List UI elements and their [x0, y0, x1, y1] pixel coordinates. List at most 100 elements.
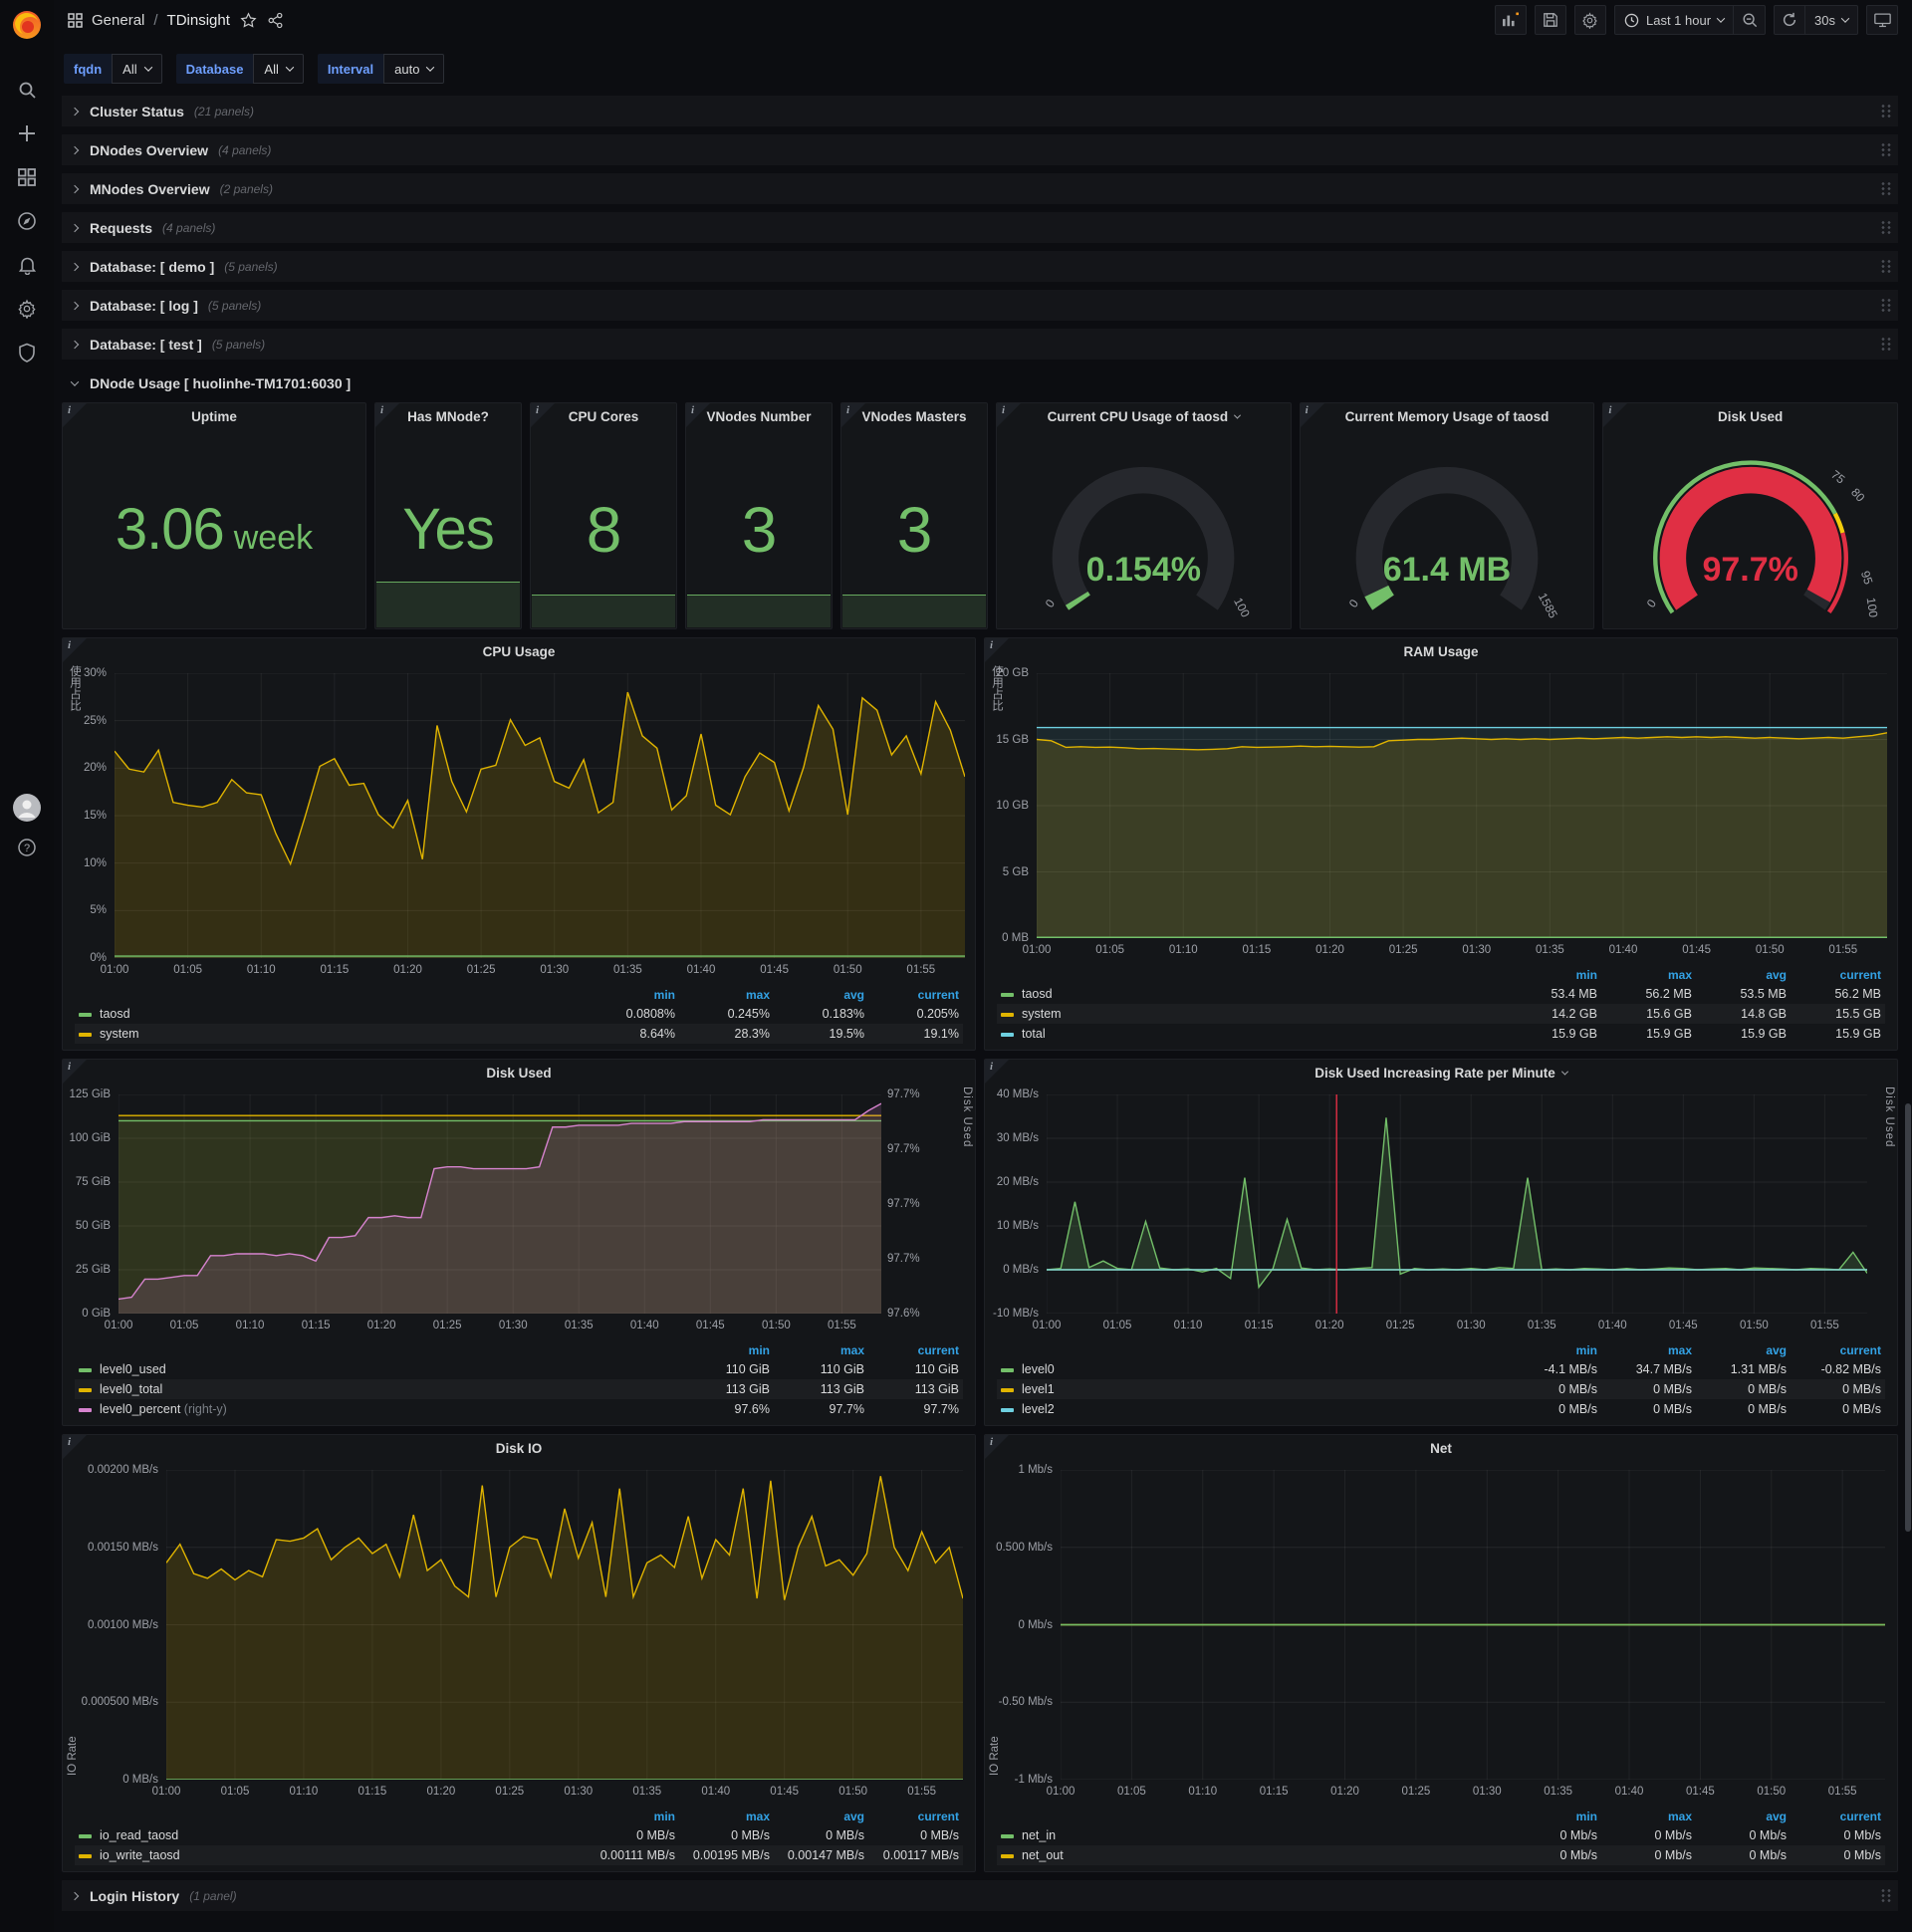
- row-drag-handle[interactable]: [1880, 104, 1892, 120]
- series-color-swatch[interactable]: [1001, 1012, 1014, 1017]
- info-icon[interactable]: i: [985, 638, 1009, 662]
- row-drag-handle[interactable]: [1880, 337, 1892, 353]
- explore-icon[interactable]: [0, 199, 54, 243]
- legend-series-name[interactable]: total: [997, 1024, 1507, 1044]
- configuration-icon[interactable]: [0, 287, 54, 331]
- info-icon[interactable]: i: [841, 403, 865, 427]
- series-color-swatch[interactable]: [79, 1387, 92, 1392]
- legend-column-header[interactable]: max: [1601, 1341, 1696, 1359]
- panel-title[interactable]: Uptime: [191, 409, 237, 424]
- row-drag-handle[interactable]: [1880, 1888, 1892, 1904]
- info-icon[interactable]: i: [997, 403, 1021, 427]
- legend-column-header[interactable]: min: [1507, 966, 1601, 984]
- create-icon[interactable]: [0, 112, 54, 155]
- info-icon[interactable]: i: [375, 403, 399, 427]
- legend-column-header[interactable]: max: [1601, 1808, 1696, 1825]
- legend-column-header[interactable]: avg: [774, 986, 868, 1004]
- panel-title[interactable]: Net: [1430, 1441, 1452, 1456]
- legend-column-header[interactable]: current: [1791, 966, 1885, 984]
- time-range-picker[interactable]: Last 1 hour: [1613, 5, 1735, 35]
- legend-column-header[interactable]: min: [585, 1808, 679, 1825]
- variable-database-value[interactable]: All: [253, 54, 304, 84]
- panel-title[interactable]: Disk IO: [496, 1441, 543, 1456]
- legend-column-header[interactable]: current: [1791, 1341, 1885, 1359]
- legend-series-name[interactable]: level2: [997, 1399, 1507, 1419]
- plot-area[interactable]: [166, 1470, 963, 1780]
- legend-column-header[interactable]: max: [1601, 966, 1696, 984]
- row-drag-handle[interactable]: [1880, 142, 1892, 158]
- legend-column-header[interactable]: avg: [774, 1808, 868, 1825]
- stat-panel-vnodes-masters[interactable]: i VNodes Masters 3: [840, 402, 988, 629]
- legend-series-name[interactable]: system: [75, 1024, 585, 1044]
- panel-title[interactable]: Current Memory Usage of taosd: [1345, 409, 1550, 424]
- variable-interval-value[interactable]: auto: [383, 54, 445, 84]
- grafana-logo[interactable]: [10, 8, 44, 42]
- info-icon[interactable]: i: [63, 1060, 87, 1084]
- panel-title[interactable]: Disk Used Increasing Rate per Minute: [1314, 1066, 1555, 1081]
- row-drag-handle[interactable]: [1880, 220, 1892, 236]
- panel-disk-io[interactable]: i Disk IO IO Rate 01:00 01:05 01:10 01:15 01:20…: [62, 1434, 976, 1872]
- info-icon[interactable]: i: [686, 403, 710, 427]
- panel-disk-used[interactable]: i Disk Used 01:00 01:05 01:10 01:15 01:20 01:25…: [62, 1059, 976, 1426]
- series-color-swatch[interactable]: [79, 1833, 92, 1838]
- gauge-panel-memory-usage[interactable]: i Current Memory Usage of taosd 61.4 MB …: [1299, 402, 1595, 629]
- info-icon[interactable]: i: [985, 1060, 1009, 1084]
- legend-series-name[interactable]: system: [997, 1004, 1507, 1024]
- legend-column-header[interactable]: max: [679, 1808, 774, 1825]
- panel-net[interactable]: i Net IO Rate 01:00 01:05 01:10 01:15 01:20 01:2…: [984, 1434, 1898, 1872]
- series-color-swatch[interactable]: [79, 1367, 92, 1372]
- legend-column-header[interactable]: max: [774, 1341, 868, 1359]
- legend-column-header[interactable]: avg: [1696, 1341, 1791, 1359]
- row-header-6[interactable]: Database: [ test ] (5 panels): [62, 329, 1898, 360]
- add-panel-button[interactable]: [1494, 5, 1527, 35]
- stat-panel-cpu-cores[interactable]: i CPU Cores 8: [530, 402, 677, 629]
- panel-title[interactable]: Disk Used: [1718, 409, 1783, 424]
- plot-area[interactable]: [1037, 673, 1887, 938]
- stat-panel-has-mnode[interactable]: i Has MNode? Yes: [374, 402, 522, 629]
- info-icon[interactable]: i: [1300, 403, 1324, 427]
- breadcrumb-section[interactable]: General: [92, 12, 144, 29]
- legend-series-name[interactable]: taosd: [997, 984, 1507, 1004]
- info-icon[interactable]: i: [63, 638, 87, 662]
- zoom-out-button[interactable]: [1734, 5, 1767, 35]
- info-icon[interactable]: i: [531, 403, 555, 427]
- series-color-swatch[interactable]: [79, 1853, 92, 1858]
- legend-column-header[interactable]: min: [1507, 1341, 1601, 1359]
- series-color-swatch[interactable]: [1001, 1387, 1014, 1392]
- row-header-5[interactable]: Database: [ log ] (5 panels): [62, 290, 1898, 321]
- legend-column-header[interactable]: current: [868, 986, 963, 1004]
- panel-title[interactable]: Has MNode?: [407, 409, 489, 424]
- star-icon[interactable]: [240, 11, 257, 29]
- legend-column-header[interactable]: current: [1791, 1808, 1885, 1825]
- legend-series-name[interactable]: level0_used: [75, 1359, 679, 1379]
- server-admin-icon[interactable]: [0, 331, 54, 374]
- panel-title[interactable]: Current CPU Usage of taosd: [1048, 409, 1229, 424]
- info-icon[interactable]: i: [63, 403, 87, 427]
- legend-series-name[interactable]: net_in: [997, 1825, 1507, 1845]
- dashboard-settings-button[interactable]: [1573, 5, 1606, 35]
- refresh-interval-select[interactable]: 30s: [1805, 5, 1858, 35]
- series-color-swatch[interactable]: [1001, 1407, 1014, 1412]
- panel-title[interactable]: CPU Usage: [483, 644, 556, 659]
- dashboards-icon[interactable]: [0, 155, 54, 199]
- panel-title[interactable]: VNodes Number: [706, 409, 811, 424]
- row-header-2[interactable]: MNodes Overview (2 panels): [62, 173, 1898, 204]
- series-color-swatch[interactable]: [1001, 1032, 1014, 1037]
- gauge-panel-cpu-usage[interactable]: i Current CPU Usage of taosd 0.154% 0 10…: [996, 402, 1292, 629]
- series-color-swatch[interactable]: [1001, 992, 1014, 997]
- plot-area[interactable]: [115, 673, 965, 958]
- panel-disk-rate[interactable]: i Disk Used Increasing Rate per Minute 01:…: [984, 1059, 1898, 1426]
- help-icon[interactable]: ?: [0, 835, 54, 860]
- legend-column-header[interactable]: min: [679, 1341, 774, 1359]
- plot-area[interactable]: [1061, 1470, 1885, 1780]
- series-color-swatch[interactable]: [1001, 1367, 1014, 1372]
- panel-ram-usage[interactable]: i RAM Usage 使用占比 01:00 01:05 01:10 01:15 01:20 0…: [984, 637, 1898, 1051]
- row-header-1[interactable]: DNodes Overview (4 panels): [62, 134, 1898, 165]
- panel-title[interactable]: CPU Cores: [569, 409, 639, 424]
- alerting-icon[interactable]: [0, 243, 54, 287]
- legend-column-header[interactable]: avg: [1696, 966, 1791, 984]
- legend-series-name[interactable]: level1: [997, 1379, 1507, 1399]
- row-drag-handle[interactable]: [1880, 298, 1892, 314]
- row-header-3[interactable]: Requests (4 panels): [62, 212, 1898, 243]
- legend-series-name[interactable]: level0: [997, 1359, 1507, 1379]
